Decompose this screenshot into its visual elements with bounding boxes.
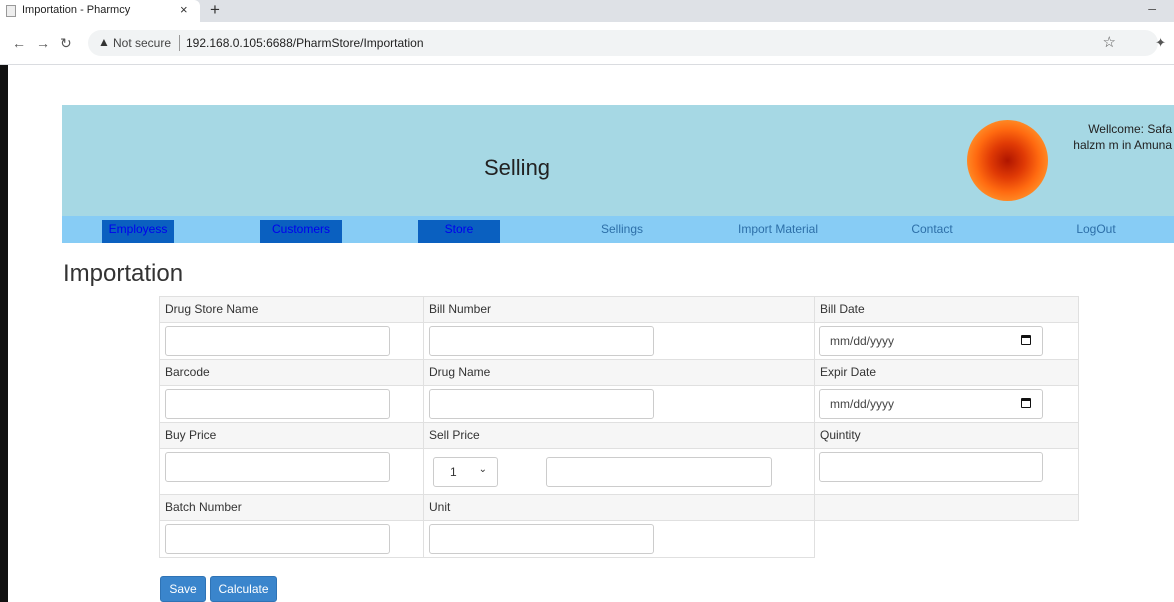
unit-input[interactable] (429, 524, 654, 554)
buy-price-label: Buy Price (159, 422, 424, 449)
reload-icon[interactable]: ↻ (60, 35, 72, 52)
drug-name-input[interactable] (429, 389, 654, 419)
drug-store-name-input[interactable] (165, 326, 390, 356)
unit-label: Unit (423, 494, 815, 521)
welcome-text: Wellcome: Safa halzm m in Amuna (1073, 122, 1172, 152)
extensions-icon[interactable]: ✦ (1155, 35, 1166, 51)
address-separator (179, 35, 180, 51)
browser-toolbar: ← → ↻ ▲ Not secure 192.168.0.105:6688/Ph… (0, 22, 1174, 65)
chevron-down-icon: ⌄ (478, 464, 487, 475)
barcode-label: Barcode (159, 359, 424, 386)
menu-item-import-material[interactable]: Import Material (726, 220, 830, 243)
not-secure-label[interactable]: Not secure (113, 36, 171, 50)
window-frame (0, 0, 8, 602)
menu-item-sellings[interactable]: Sellings (574, 220, 670, 243)
address-bar[interactable]: ▲ Not secure 192.168.0.105:6688/PharmSto… (88, 30, 1158, 56)
avatar (967, 120, 1048, 201)
batch-number-label: Batch Number (159, 494, 424, 521)
calculate-button[interactable]: Calculate (210, 576, 277, 602)
expir-date-input[interactable]: mm/dd/yyyy (819, 389, 1043, 419)
barcode-input[interactable] (165, 389, 390, 419)
tab-title: Importation - Pharmcy (22, 4, 131, 16)
menu-item-logout[interactable]: LogOut (1052, 220, 1140, 243)
site-header: Selling Wellcome: Safa halzm m in Amuna (62, 105, 1174, 216)
bill-date-label: Bill Date (814, 296, 1079, 323)
header-title: Selling (484, 155, 551, 180)
quintity-label: Quintity (814, 422, 1079, 449)
menu-item-employess[interactable]: Employess (102, 220, 174, 243)
bookmark-star-icon[interactable]: ☆ (1103, 33, 1116, 51)
batch-number-input[interactable] (165, 524, 390, 554)
menu-item-customers[interactable]: Customers (260, 220, 342, 243)
expir-date-label: Expir Date (814, 359, 1079, 386)
menu-item-store[interactable]: Store (418, 220, 500, 243)
new-tab-icon[interactable]: + (210, 0, 220, 20)
tab-close-icon[interactable]: × (180, 2, 188, 17)
save-button[interactable]: Save (160, 576, 206, 602)
bill-number-label: Bill Number (423, 296, 815, 323)
quintity-input[interactable] (819, 452, 1043, 482)
expir-date-placeholder: mm/dd/yyyy (830, 397, 895, 411)
back-icon[interactable]: ← (12, 35, 26, 51)
page-favicon-icon (6, 5, 16, 17)
sell-price-label: Sell Price (423, 422, 815, 449)
drug-name-label: Drug Name (423, 359, 815, 386)
page-title: Importation (63, 260, 184, 287)
browser-tab-bar: Importation - Pharmcy × + – (0, 0, 1174, 22)
main-menu: Employess Customers Store Sellings Impor… (62, 216, 1174, 243)
buy-price-input[interactable] (165, 452, 390, 482)
empty-header-cell (814, 494, 1079, 521)
sell-price-select-value: 1 (450, 465, 457, 479)
calendar-icon[interactable] (1021, 398, 1031, 408)
warning-icon: ▲ (98, 35, 110, 49)
sell-price-unit-select[interactable]: 1 ⌄ (433, 457, 498, 487)
bill-date-placeholder: mm/dd/yyyy (830, 334, 895, 348)
minimize-icon[interactable]: – (1148, 0, 1156, 16)
sell-price-input[interactable] (546, 457, 772, 487)
bill-number-input[interactable] (429, 326, 654, 356)
calendar-icon[interactable] (1021, 335, 1031, 345)
menu-item-contact[interactable]: Contact (892, 220, 972, 243)
drug-store-name-label: Drug Store Name (159, 296, 424, 323)
browser-tab[interactable]: Importation - Pharmcy × (0, 0, 200, 22)
forward-icon[interactable]: → (36, 35, 50, 51)
bill-date-input[interactable]: mm/dd/yyyy (819, 326, 1043, 356)
url-text[interactable]: 192.168.0.105:6688/PharmStore/Importatio… (186, 36, 424, 50)
